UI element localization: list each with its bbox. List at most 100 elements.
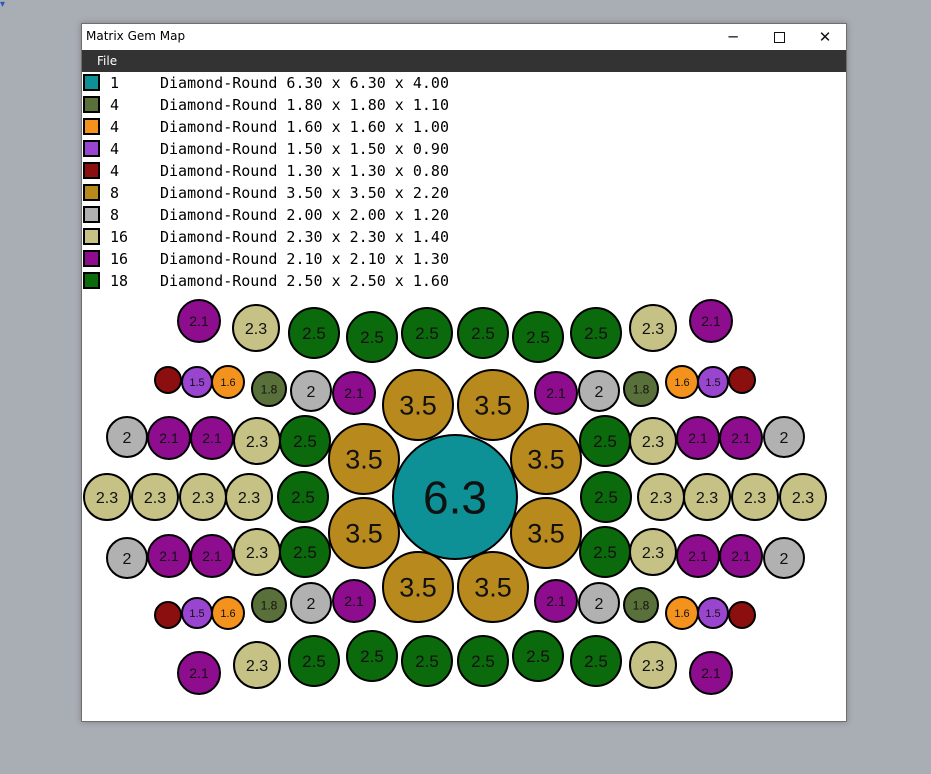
gem-circle: [154, 366, 182, 394]
gem-3-5-mm: 3.5: [328, 497, 400, 569]
gem-label: 3.5: [399, 391, 437, 421]
gem-2-3-mm: 2.3: [83, 473, 131, 521]
gem-label: 1.8: [261, 382, 278, 396]
gem-2-5-mm: 2.5: [570, 307, 622, 359]
gem-label: 2.3: [744, 490, 766, 507]
app-window: Matrix Gem Map ─ ✕ File 1 Diamond-Round 6…: [81, 23, 847, 722]
gem-label: 3.5: [527, 445, 565, 475]
gem-2-1-mm: 2.1: [534, 579, 578, 623]
gem-2-1-mm: 2.1: [689, 651, 733, 695]
gem-label: 2.5: [291, 488, 315, 507]
gem-label: 3.5: [345, 519, 383, 549]
gem-1-6-mm: 1.6: [665, 365, 699, 399]
gem-label: 2: [780, 430, 789, 447]
gem-label: 2.1: [159, 548, 179, 564]
gem-1-8-mm: 1.8: [623, 587, 659, 623]
gem-1-6-mm: 1.6: [211, 365, 245, 399]
gem-1-8-mm: 1.8: [251, 371, 287, 407]
gem-2-5-mm: 2.5: [580, 471, 632, 523]
gem-label: 2.3: [192, 490, 214, 507]
gem-2-3-mm: 2.3: [225, 473, 273, 521]
gem-label: 3.5: [399, 573, 437, 603]
gem-label: 2.1: [202, 548, 222, 564]
gem-label: 3.5: [474, 573, 512, 603]
gem-2-mm: 2: [763, 416, 805, 458]
gem-label: 2.1: [701, 665, 721, 681]
gem-2-3-mm: 2.3: [779, 473, 827, 521]
gem-label: 1.8: [261, 598, 278, 612]
gem-2-1-mm: 2.1: [332, 371, 376, 415]
gem-label: 2.3: [246, 434, 268, 451]
gem-2-1-mm: 2.1: [719, 534, 763, 578]
gem-label: 2.5: [293, 432, 317, 451]
gem-label: 2.1: [344, 593, 364, 609]
gem-label: 2.3: [650, 490, 672, 507]
gem-label: 1.6: [674, 377, 689, 389]
gem-label: 2.5: [360, 647, 384, 666]
gem-label: 2.1: [189, 313, 209, 329]
gem-label: 1.5: [189, 608, 204, 620]
gem-label: 1.5: [705, 608, 720, 620]
gem-3-5-mm: 3.5: [382, 551, 454, 623]
gem-label: 2.5: [415, 652, 439, 671]
gem-label: 2: [307, 596, 316, 613]
gem-2-3-mm: 2.3: [233, 417, 281, 465]
gem-3-5-mm: 3.5: [328, 423, 400, 495]
gem-label: 2.5: [302, 324, 326, 343]
gem-circle: [728, 366, 756, 394]
gem-label: 3.5: [527, 519, 565, 549]
gem-2-3-mm: 2.3: [731, 473, 779, 521]
gem-label: 1.6: [220, 377, 235, 389]
gem-3-5-mm: 3.5: [510, 423, 582, 495]
gem-2-3-mm: 2.3: [233, 641, 281, 689]
gem-2-1-mm: 2.1: [177, 299, 221, 343]
gem-label: 2: [123, 551, 132, 568]
gem-label: 1.5: [705, 377, 720, 389]
gem-2-mm: 2: [290, 582, 332, 624]
gem-3-5-mm: 3.5: [382, 369, 454, 441]
gem-label: 2.1: [344, 385, 364, 401]
gem-label: 2.5: [526, 328, 550, 347]
gem-label: 2.1: [731, 548, 751, 564]
gem-label: 3.5: [345, 445, 383, 475]
gem-label: 2: [780, 551, 789, 568]
gem-2-mm: 2: [106, 537, 148, 579]
gem-label: 2.5: [302, 652, 326, 671]
gem-2-5-mm: 2.5: [279, 526, 331, 578]
gem-label: 2.1: [688, 430, 708, 446]
gem-2-5-mm: 2.5: [401, 635, 453, 687]
gem-2-5-mm: 2.5: [457, 307, 509, 359]
gem-2-1-mm: 2.1: [689, 299, 733, 343]
gem-label: 2.5: [584, 652, 608, 671]
gem-2-5-mm: 2.5: [288, 635, 340, 687]
gem-label: 2.3: [642, 434, 664, 451]
gem-label: 2.3: [642, 545, 664, 562]
gem-label: 2.5: [594, 488, 618, 507]
gem-label: 2.5: [584, 324, 608, 343]
gem-2-5-mm: 2.5: [288, 307, 340, 359]
gem-1-5-mm: 1.5: [697, 366, 729, 398]
gem-label: 2.3: [246, 658, 268, 675]
gem-label: 1.6: [674, 608, 689, 620]
gem-2-3-mm: 2.3: [179, 473, 227, 521]
gem-2-mm: 2: [106, 416, 148, 458]
gem-label: 2.5: [360, 328, 384, 347]
gem-label: 6.3: [423, 472, 487, 524]
gem-label: 2.3: [642, 658, 664, 675]
gem-2-3-mm: 2.3: [629, 304, 677, 352]
gem-label: 2.5: [415, 324, 439, 343]
gem-1-8-mm: 1.8: [623, 371, 659, 407]
gem-label: 2: [595, 596, 604, 613]
gem-2-5-mm: 2.5: [457, 635, 509, 687]
gem-1-3-mm: [728, 601, 756, 629]
gem-label: 2.5: [471, 652, 495, 671]
gem-label: 3.5: [474, 391, 512, 421]
gem-map: 6.3 3.5 3.5 3.5 3.5 3.5 3.5 3.5 3.5 2.5 2.5 2.5 2.5 2…: [83, 299, 827, 695]
gem-1-5-mm: 1.5: [181, 366, 213, 398]
gem-label: 2.1: [202, 430, 222, 446]
gem-label: 2.1: [189, 665, 209, 681]
gem-3-5-mm: 3.5: [457, 369, 529, 441]
gem-2-1-mm: 2.1: [147, 416, 191, 460]
gem-label: 1.5: [189, 377, 204, 389]
gem-2-5-mm: 2.5: [346, 630, 398, 682]
